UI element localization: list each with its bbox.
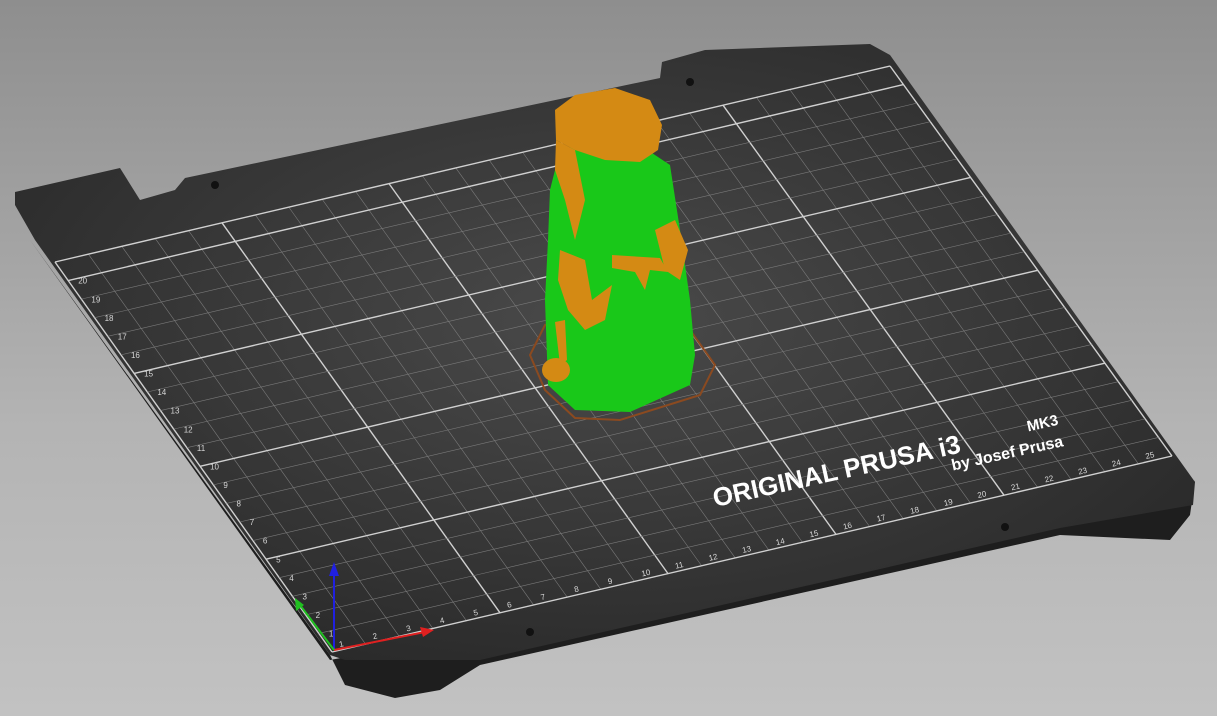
y-tick-label: 17 (118, 332, 127, 341)
bed-screw (686, 78, 694, 86)
y-tick-label: 18 (105, 314, 114, 323)
y-tick-label: 9 (223, 481, 228, 490)
y-tick-label: 3 (302, 592, 307, 601)
y-tick-label: 12 (184, 425, 193, 434)
bed-screw (1001, 523, 1009, 531)
y-tick-label: 6 (263, 537, 268, 546)
3d-viewport[interactable]: 1234567891011121314151617181920212223242… (0, 0, 1217, 716)
y-tick-label: 13 (171, 407, 180, 416)
y-tick-label: 5 (276, 555, 281, 564)
y-tick-label: 4 (289, 574, 294, 583)
bed-screw (211, 181, 219, 189)
model-foot (542, 358, 570, 382)
y-tick-label: 14 (157, 388, 166, 397)
y-tick-label: 10 (210, 462, 219, 471)
y-tick-label: 15 (144, 370, 153, 379)
y-tick-label: 7 (250, 518, 255, 527)
bed-screw (526, 628, 534, 636)
y-tick-label: 8 (237, 500, 242, 509)
y-tick-label: 20 (78, 277, 87, 286)
y-tick-label: 2 (316, 611, 321, 620)
y-tick-label: 11 (197, 444, 206, 453)
y-tick-label: 19 (91, 295, 100, 304)
y-tick-label: 16 (131, 351, 140, 360)
